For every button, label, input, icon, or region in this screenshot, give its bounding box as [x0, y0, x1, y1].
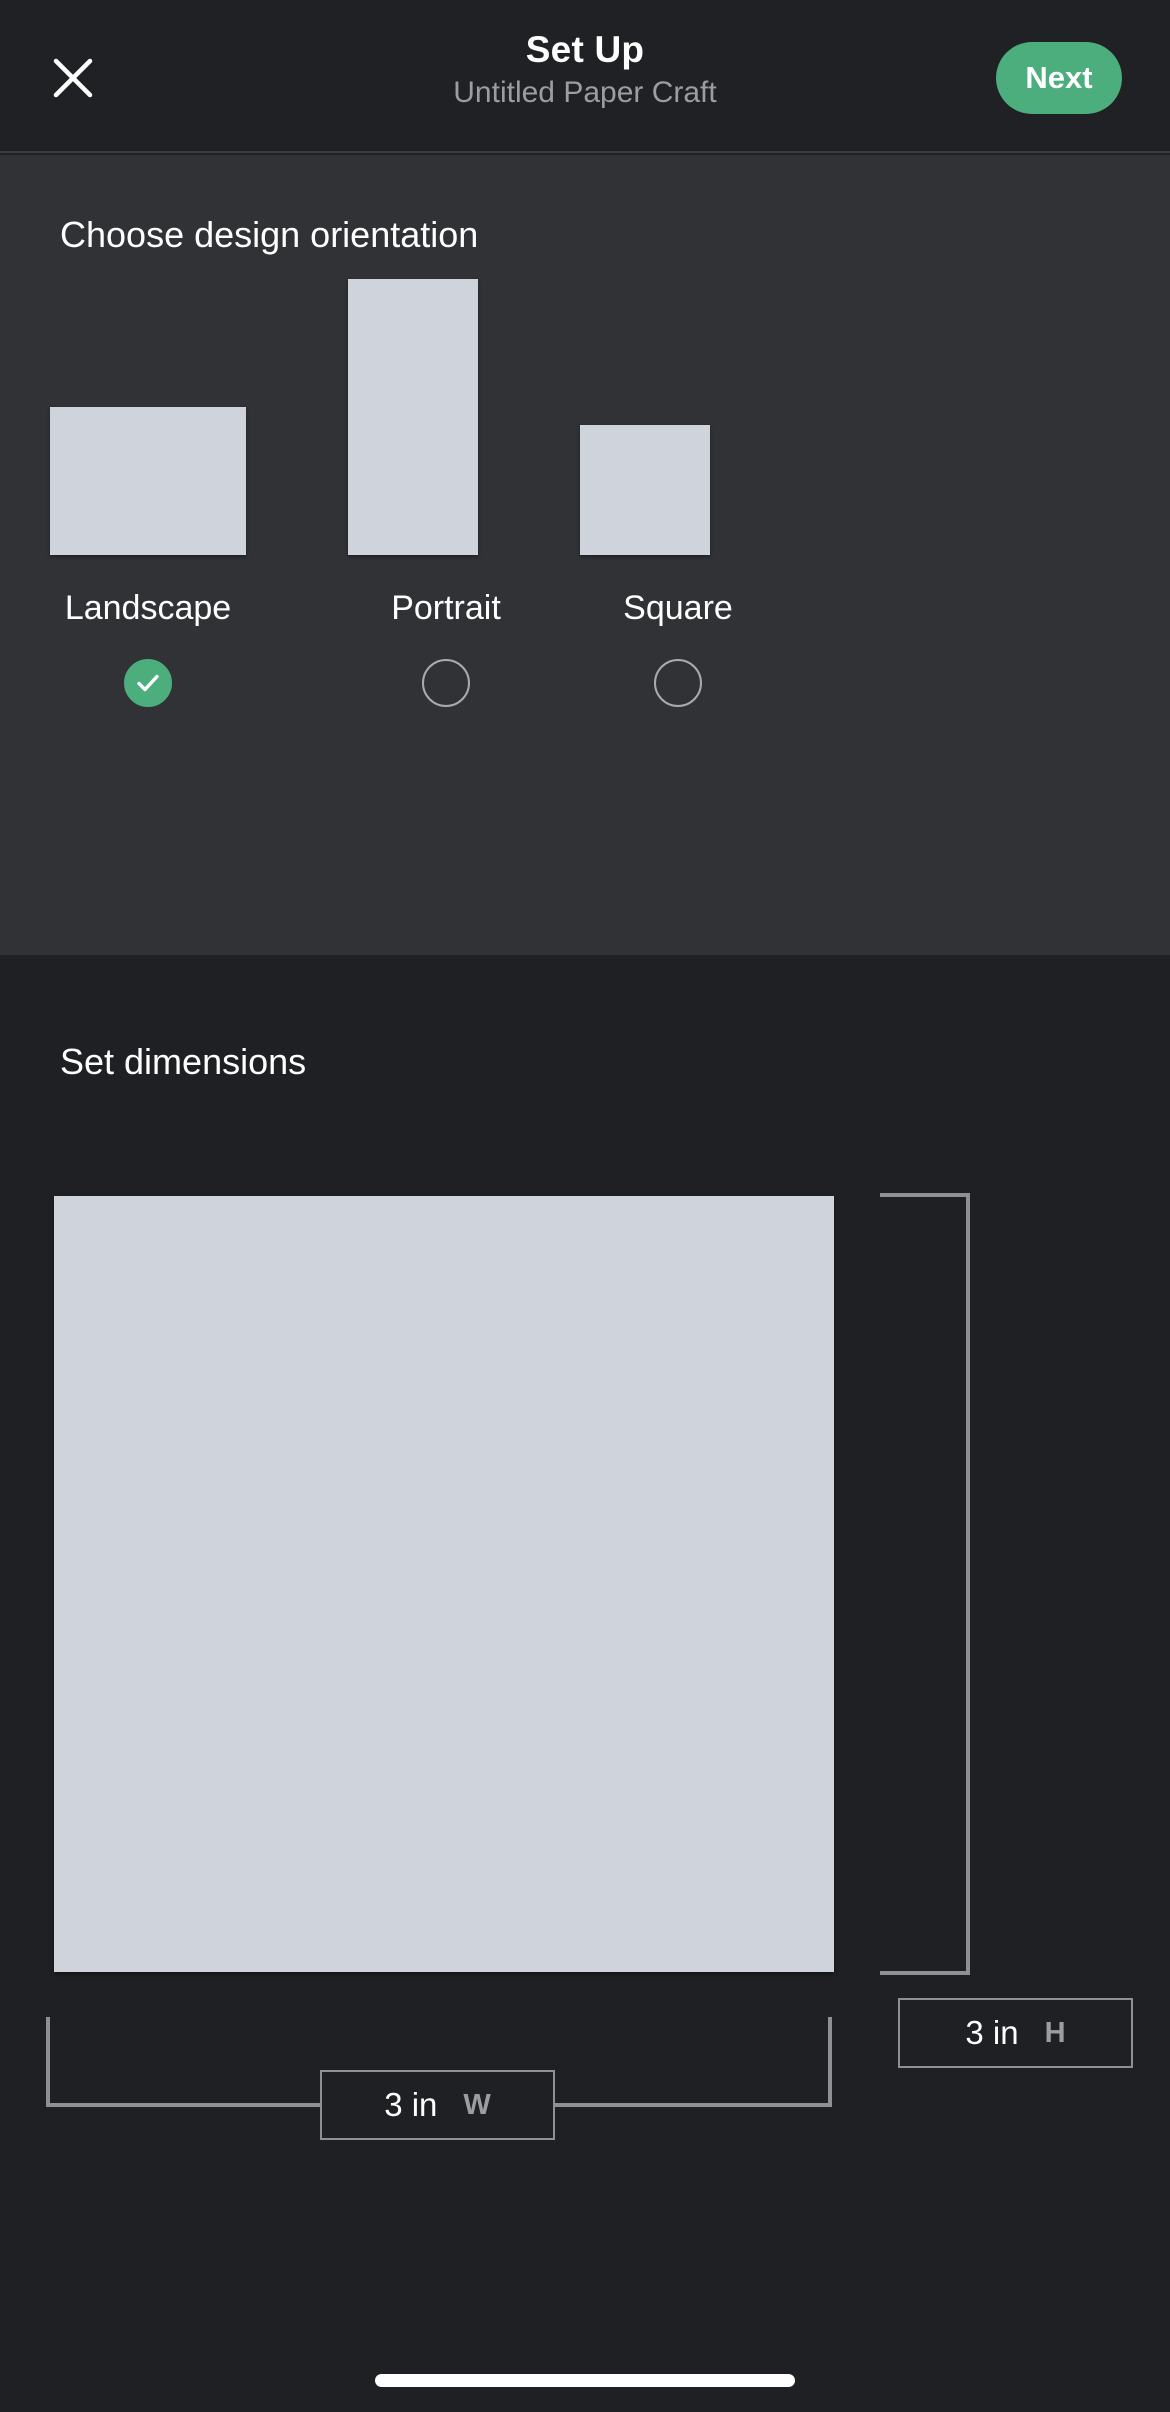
check-icon — [137, 674, 159, 692]
square-preview-shape-area — [580, 255, 776, 555]
height-guide-bottom-tick — [880, 1971, 970, 1975]
height-guide-top-tick — [880, 1193, 970, 1197]
canvas-preview-rect[interactable] — [54, 1196, 834, 1972]
close-x-icon[interactable] — [40, 45, 105, 110]
width-input-label: W — [463, 2089, 491, 2121]
orientation-section: Choose design orientation Landscape Port… — [0, 155, 1170, 955]
width-guide-right-tick — [828, 2017, 832, 2107]
dimensions-heading: Set dimensions — [60, 1041, 307, 1082]
height-guide-line — [966, 1193, 970, 1975]
orientation-radio-square[interactable] — [654, 659, 702, 707]
width-input[interactable]: 3 in W — [320, 2070, 555, 2140]
orientation-label-square: Square — [623, 589, 733, 627]
width-input-value: 3 in — [384, 2086, 438, 2123]
width-guide-left-tick — [46, 2017, 50, 2107]
orientation-radio-landscape[interactable] — [124, 659, 172, 707]
landscape-radio-row — [50, 659, 246, 707]
orientation-radio-portrait[interactable] — [422, 659, 470, 707]
page-subtitle: Untitled Paper Craft — [453, 76, 717, 109]
orientation-option-portrait[interactable]: Portrait — [348, 255, 544, 707]
orientation-heading: Choose design orientation — [60, 214, 479, 255]
orientation-label-portrait: Portrait — [391, 589, 501, 627]
portrait-preview-shape[interactable] — [348, 279, 478, 555]
next-button[interactable]: Next — [996, 42, 1122, 114]
height-input-value: 3 in — [965, 2014, 1019, 2051]
page-title: Set Up — [525, 29, 645, 70]
orientation-options: Landscape Portrait Square — [0, 255, 1170, 935]
square-radio-row — [580, 659, 776, 707]
home-indicator[interactable] — [375, 2374, 795, 2387]
square-preview-shape[interactable] — [580, 425, 710, 555]
portrait-radio-row — [348, 659, 544, 707]
landscape-preview-shape-area — [50, 255, 246, 555]
height-input[interactable]: 3 in H — [898, 1998, 1133, 2068]
dimensions-section: Set dimensions 3 in H 3 in W — [0, 955, 1170, 2412]
height-input-label: H — [1044, 2017, 1066, 2049]
setup-screen: Set Up Untitled Paper Craft Next Choose … — [0, 0, 1170, 2412]
landscape-preview-shape[interactable] — [50, 407, 246, 555]
header-title-block: Set Up Untitled Paper Craft — [0, 28, 1170, 112]
orientation-option-square[interactable]: Square — [580, 255, 776, 707]
portrait-preview-shape-area — [348, 255, 544, 555]
orientation-option-landscape[interactable]: Landscape — [50, 255, 246, 707]
orientation-label-landscape: Landscape — [64, 589, 232, 627]
app-header: Set Up Untitled Paper Craft Next — [0, 0, 1170, 153]
